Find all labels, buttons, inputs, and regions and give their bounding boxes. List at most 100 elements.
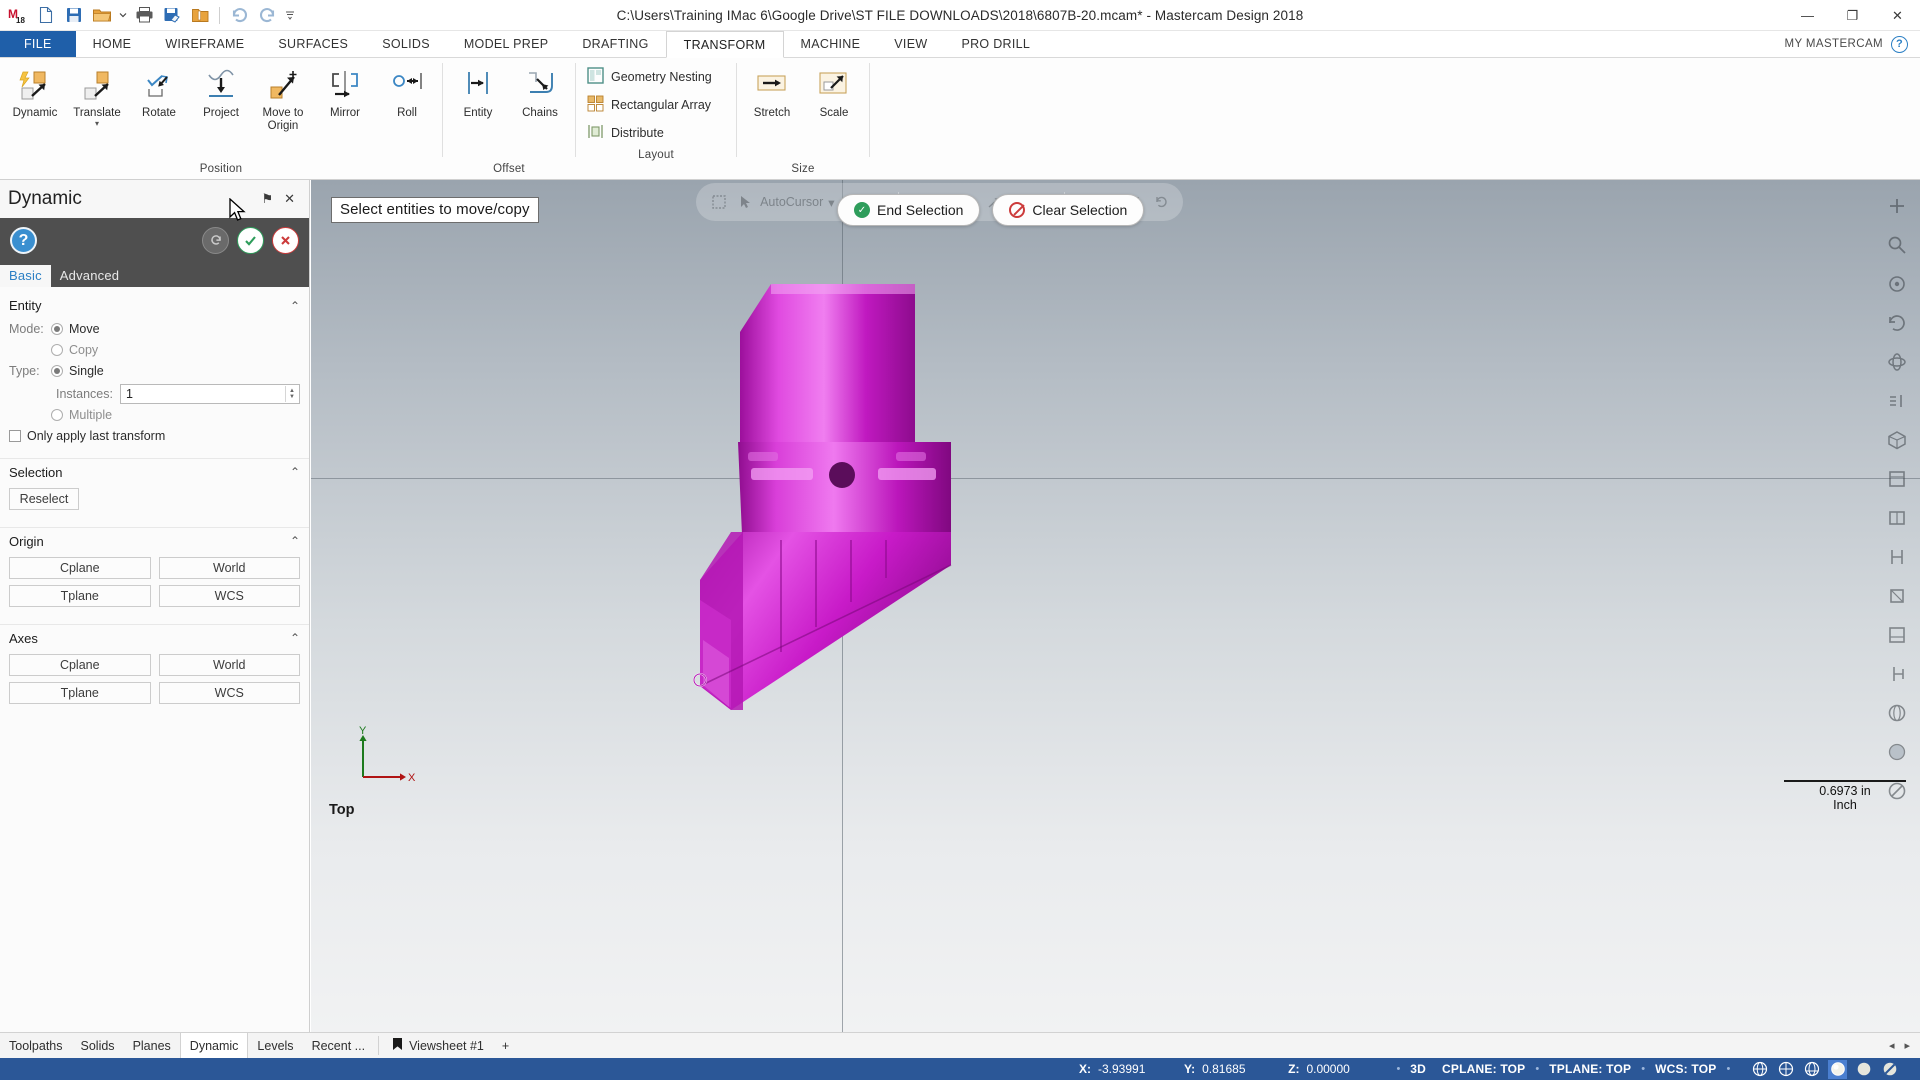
translucency-icon[interactable] xyxy=(1880,1060,1899,1079)
tab-drafting[interactable]: DRAFTING xyxy=(565,31,665,57)
section-entity[interactable]: Entity ⌃ xyxy=(0,292,309,319)
bottom-tab-toolpaths[interactable]: Toolpaths xyxy=(0,1033,72,1058)
pin-icon[interactable]: ⚑ xyxy=(261,191,273,207)
shaded-wireframe-icon[interactable] xyxy=(1802,1060,1821,1079)
section-origin[interactable]: Origin ⌃ xyxy=(0,527,309,554)
close-button[interactable]: ✕ xyxy=(1875,0,1920,31)
mode-move-row[interactable]: Mode: Move xyxy=(0,319,309,339)
axes-wcs-button[interactable]: WCS xyxy=(158,682,300,704)
graphics-viewport[interactable]: AutoCursor ▾ Select entities to move/cop… xyxy=(311,180,1920,1032)
viewsheet-tab[interactable]: Viewsheet #1 xyxy=(383,1033,493,1058)
end-selection-button[interactable]: ✓ End Selection xyxy=(837,194,981,226)
mode-copy-row[interactable]: Copy xyxy=(0,340,309,360)
button-move-to-origin[interactable]: Move to Origin xyxy=(252,64,314,136)
dynamic-rotate-icon[interactable] xyxy=(1881,346,1913,378)
tab-file[interactable]: FILE xyxy=(0,31,76,57)
my-mastercam[interactable]: MY MASTERCAM ? xyxy=(1784,31,1920,57)
close-icon[interactable]: ✕ xyxy=(284,191,295,207)
button-roll[interactable]: Roll xyxy=(376,64,438,123)
nav-left-icon[interactable]: ◂ xyxy=(1889,1039,1895,1052)
maximize-button[interactable]: ❐ xyxy=(1830,0,1875,31)
clear-selection-button[interactable]: Clear Selection xyxy=(992,194,1145,226)
pan-icon[interactable] xyxy=(1881,385,1913,417)
button-geometry-nesting[interactable]: Geometry Nesting xyxy=(584,64,730,90)
customize-qat-icon[interactable] xyxy=(282,2,298,28)
type-multiple-row[interactable]: Multiple xyxy=(0,405,309,425)
tab-wireframe[interactable]: WIREFRAME xyxy=(148,31,261,57)
fit-screen-icon[interactable] xyxy=(1881,190,1913,222)
chevron-up-icon[interactable]: ⌃ xyxy=(290,299,300,313)
tab-model-prep[interactable]: MODEL PREP xyxy=(447,31,566,57)
chevron-down-icon[interactable]: ▾ xyxy=(95,120,99,128)
button-scale[interactable]: Scale xyxy=(803,64,865,123)
button-rotate[interactable]: Rotate xyxy=(128,64,190,123)
minimize-button[interactable]: — xyxy=(1785,0,1830,31)
nav-right-icon[interactable]: ▸ xyxy=(1904,1039,1910,1052)
instances-input[interactable]: 1 ▲ ▼ xyxy=(119,383,300,404)
zoom-window-icon[interactable] xyxy=(1881,229,1913,261)
unzoom-icon[interactable] xyxy=(1881,307,1913,339)
autocursor-caret-icon[interactable]: ▾ xyxy=(828,195,834,210)
chevron-up-icon[interactable]: ⌃ xyxy=(290,465,300,479)
panel-tab-basic[interactable]: Basic xyxy=(0,265,51,287)
undo-icon[interactable] xyxy=(226,2,252,28)
checkbox-only-last-transform[interactable] xyxy=(9,430,21,442)
bottom-tab-solids[interactable]: Solids xyxy=(72,1033,124,1058)
apply-button[interactable] xyxy=(202,227,229,254)
back-view-icon[interactable] xyxy=(1881,580,1913,612)
button-stretch[interactable]: Stretch xyxy=(741,64,803,123)
chevron-up-icon[interactable]: ⌃ xyxy=(290,534,300,548)
new-file-icon[interactable] xyxy=(33,2,59,28)
instances-stepper[interactable]: ▲ ▼ xyxy=(285,385,298,402)
origin-wcs-button[interactable]: WCS xyxy=(158,585,300,607)
tab-solids[interactable]: SOLIDS xyxy=(365,31,447,57)
tab-pro-drill[interactable]: PRO DRILL xyxy=(944,31,1047,57)
bottom-tab-levels[interactable]: Levels xyxy=(248,1033,302,1058)
tab-view[interactable]: VIEW xyxy=(877,31,944,57)
only-last-transform-row[interactable]: Only apply last transform xyxy=(0,426,309,446)
redo-icon[interactable] xyxy=(254,2,280,28)
redo-view-icon[interactable] xyxy=(1152,193,1169,212)
part-model[interactable] xyxy=(311,180,1920,1032)
selection-mode-icon[interactable] xyxy=(710,193,727,212)
status-tplane[interactable]: TPLANE: TOP xyxy=(1547,1062,1633,1076)
panel-tab-advanced[interactable]: Advanced xyxy=(51,265,128,287)
right-view-icon[interactable] xyxy=(1881,541,1913,573)
radio-type-multiple[interactable] xyxy=(51,409,63,421)
section-selection[interactable]: Selection ⌃ xyxy=(0,458,309,485)
tab-transform[interactable]: TRANSFORM xyxy=(665,31,784,58)
radio-mode-move[interactable] xyxy=(51,323,63,335)
type-single-row[interactable]: Type: Single xyxy=(0,361,309,381)
ok-button[interactable] xyxy=(237,227,264,254)
tab-home[interactable]: HOME xyxy=(76,31,149,57)
button-mirror[interactable]: Mirror xyxy=(314,64,376,123)
zip2go-icon[interactable] xyxy=(187,2,213,28)
origin-tplane-button[interactable]: Tplane xyxy=(9,585,151,607)
radio-type-single[interactable] xyxy=(51,365,63,377)
top-view-icon[interactable] xyxy=(1881,463,1913,495)
help-icon[interactable]: ? xyxy=(1891,35,1908,53)
button-offset-entity[interactable]: Entity xyxy=(447,64,509,123)
button-distribute[interactable]: Distribute xyxy=(584,120,730,146)
shaded-display-icon[interactable] xyxy=(1828,1059,1848,1079)
origin-world-button[interactable]: World xyxy=(158,557,300,579)
chevron-up-icon[interactable]: ⌃ xyxy=(290,631,300,645)
open-folder-icon[interactable] xyxy=(89,2,115,28)
button-offset-chains[interactable]: Chains xyxy=(509,64,571,123)
print-icon[interactable] xyxy=(131,2,157,28)
tab-surfaces[interactable]: SURFACES xyxy=(261,31,365,57)
button-translate[interactable]: Translate ▾ xyxy=(66,64,128,130)
isometric-view-icon[interactable] xyxy=(1881,424,1913,456)
bottom-view-icon[interactable] xyxy=(1881,619,1913,651)
zoom-target-icon[interactable] xyxy=(1881,268,1913,300)
left-view-icon[interactable] xyxy=(1881,658,1913,690)
bottom-tab-recent[interactable]: Recent ... xyxy=(303,1033,375,1058)
wireframe-display-icon[interactable] xyxy=(1750,1060,1769,1079)
reselect-button[interactable]: Reselect xyxy=(9,488,79,510)
help-button[interactable]: ? xyxy=(10,227,37,254)
bottom-tab-planes[interactable]: Planes xyxy=(124,1033,180,1058)
axes-cplane-button[interactable]: Cplane xyxy=(9,654,151,676)
wireframe-shade-icon[interactable] xyxy=(1881,697,1913,729)
hidden-lines-icon[interactable] xyxy=(1776,1060,1795,1079)
button-rectangular-array[interactable]: Rectangular Array xyxy=(584,92,730,118)
